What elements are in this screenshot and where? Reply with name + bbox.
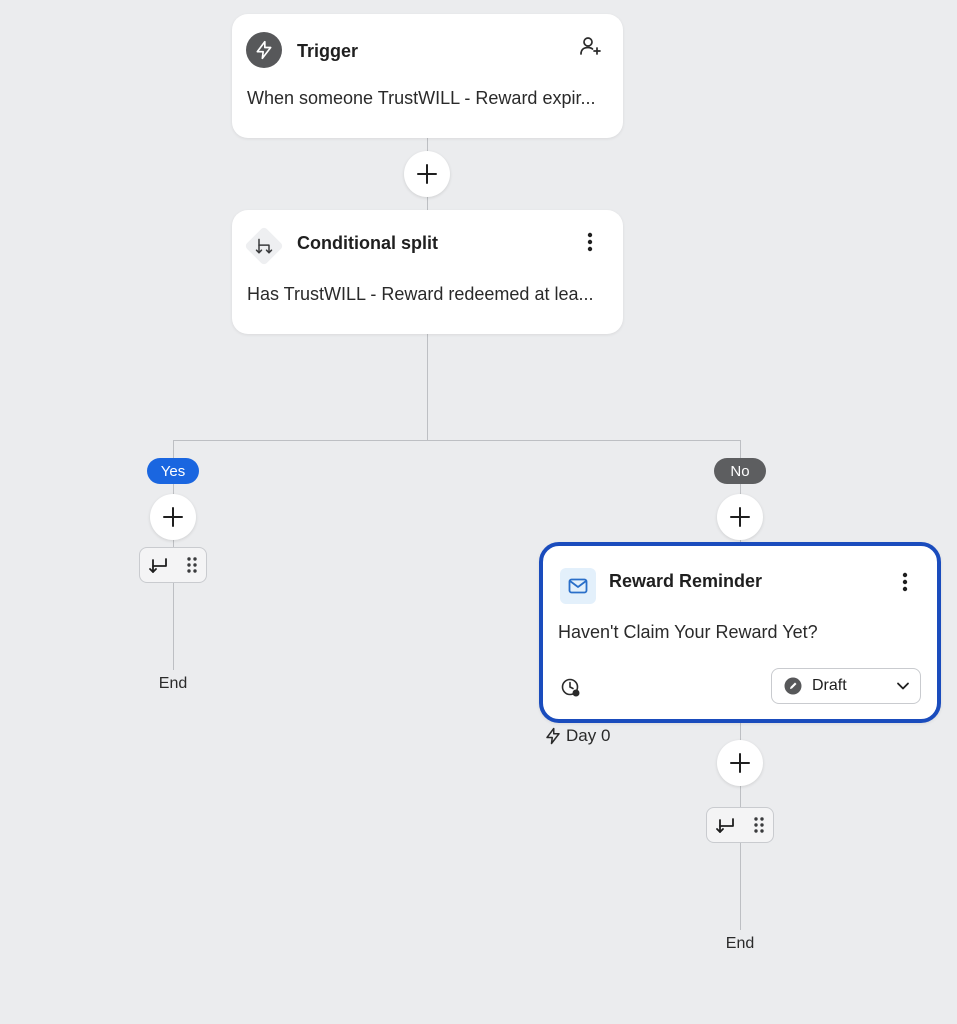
flow-canvas: Trigger When someone TrustWILL - Reward … — [0, 0, 957, 1024]
end-label-yes: End — [158, 675, 188, 692]
status-value: Draft — [812, 677, 847, 694]
end-label-no: End — [725, 935, 755, 952]
split-description: Has TrustWILL - Reward redeemed at lea..… — [247, 284, 594, 304]
delay-text: Day 0 — [566, 726, 611, 745]
add-person-icon[interactable] — [578, 34, 602, 58]
add-step-yes-button[interactable] — [150, 494, 196, 540]
lightning-outline-icon — [544, 727, 562, 745]
lightning-icon — [246, 32, 282, 68]
add-step-button[interactable] — [404, 151, 450, 197]
split-arrows-icon — [244, 226, 284, 266]
add-step-no-button[interactable] — [717, 494, 763, 540]
pencil-circle-icon — [784, 677, 802, 695]
no-branch-badge: No — [714, 458, 766, 484]
drag-handle-icon[interactable] — [753, 816, 765, 834]
exit-arrow-icon — [148, 555, 168, 575]
add-step-after-email-button[interactable] — [717, 740, 763, 786]
trigger-title: Trigger — [297, 41, 359, 61]
connector-branch-horizontal — [173, 440, 740, 441]
split-title: Conditional split — [297, 233, 438, 253]
trigger-description: When someone TrustWILL - Reward expir... — [247, 88, 596, 108]
exit-node-no[interactable] — [706, 807, 774, 843]
yes-branch-badge: Yes — [147, 458, 199, 484]
delay-label: Day 0 — [544, 726, 610, 746]
exit-node-yes[interactable] — [139, 547, 207, 583]
email-title: Reward Reminder — [609, 571, 763, 591]
connector-split-down — [427, 334, 428, 440]
conditional-split-card[interactable]: Conditional split Has TrustWILL - Reward… — [232, 210, 623, 334]
email-subject: Haven't Claim Your Reward Yet? — [558, 622, 818, 642]
email-card[interactable]: Reward Reminder Haven't Claim Your Rewar… — [539, 542, 941, 723]
mail-icon — [560, 568, 596, 604]
chevron-down-icon — [896, 681, 910, 691]
exit-arrow-icon — [715, 815, 735, 835]
trigger-card[interactable]: Trigger When someone TrustWILL - Reward … — [232, 14, 623, 138]
email-more-menu-icon[interactable] — [895, 568, 915, 596]
status-dropdown[interactable]: Draft — [771, 668, 921, 704]
drag-handle-icon[interactable] — [186, 556, 198, 574]
clock-settings-icon[interactable] — [560, 677, 582, 699]
split-more-menu-icon[interactable] — [580, 228, 600, 256]
